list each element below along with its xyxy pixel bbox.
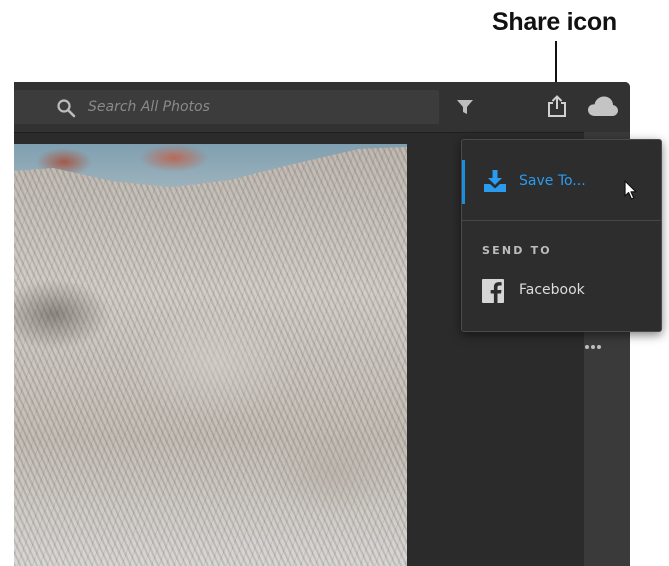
share-icon[interactable]	[546, 94, 568, 118]
selected-indicator	[462, 160, 465, 204]
menu-divider	[462, 220, 661, 221]
more-icon[interactable]	[583, 343, 603, 351]
send-to-heading: SEND TO	[482, 244, 552, 257]
callout-label: Share icon	[492, 8, 617, 36]
share-menu: Save To... SEND TO Facebook	[461, 139, 662, 332]
facebook-icon	[482, 279, 504, 303]
search-input[interactable]	[88, 90, 428, 124]
photo-preview	[14, 144, 407, 566]
photo-background	[14, 144, 407, 188]
cloud-icon[interactable]	[587, 95, 619, 117]
facebook-menu-item[interactable]: Facebook	[462, 275, 661, 311]
top-bar	[14, 82, 630, 133]
save-to-label: Save To...	[519, 173, 586, 189]
search-box[interactable]	[14, 90, 439, 124]
facebook-label: Facebook	[519, 282, 585, 298]
filter-icon[interactable]	[456, 98, 474, 116]
search-icon	[57, 99, 76, 118]
mouse-cursor-icon	[624, 180, 637, 200]
download-icon	[484, 170, 506, 192]
